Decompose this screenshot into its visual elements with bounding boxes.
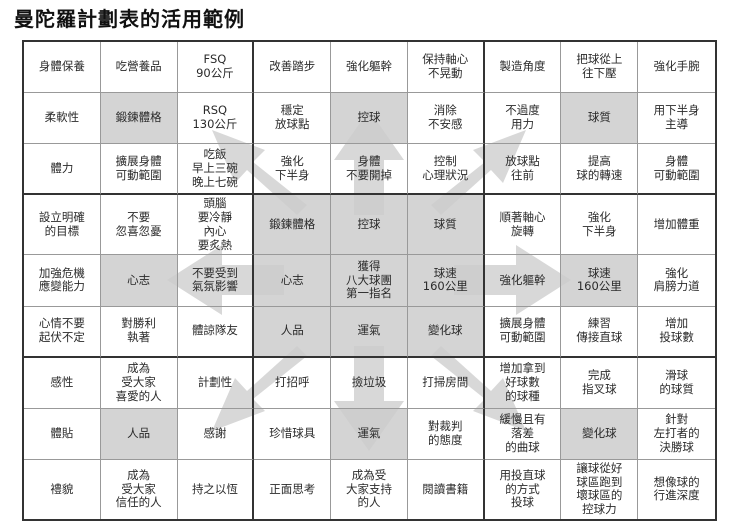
- grid-cell: 保持軸心 不晃動: [407, 42, 485, 94]
- grid-cell: 珍惜球具: [254, 408, 332, 460]
- grid-cell: 強化 肩膀力道: [638, 255, 715, 307]
- grid-cell: 鍛鍊體格: [254, 195, 332, 256]
- grid-cell: 球質: [561, 93, 639, 145]
- grid-cell: 不要 忽喜忽憂: [100, 195, 178, 256]
- grid-cell: 成為 受大家 喜愛的人: [100, 357, 178, 409]
- grid-cell: 人品: [100, 408, 178, 460]
- grid-cell: 正面思考: [254, 459, 332, 519]
- grid-cell: 對勝利 執著: [100, 306, 178, 358]
- grid-cell: 加強危機 應變能力: [24, 255, 101, 307]
- grid-cell: 對裁判 的態度: [407, 408, 485, 460]
- grid-cell: 閱讀書籍: [408, 459, 485, 519]
- grid-cell: 感謝: [177, 408, 255, 460]
- grid-cell: 想像球的 行進深度: [653, 474, 700, 503]
- grid-cell: 禮貌: [24, 459, 101, 519]
- grid-cell: 體諒隊友: [177, 306, 255, 358]
- grid-cell: 體貼: [24, 408, 101, 460]
- grid-cell: 用投直球 的方式 投球: [485, 459, 562, 519]
- grid-cell: 撿垃圾: [331, 357, 408, 409]
- grid-cell: 心志: [100, 255, 178, 307]
- grid-cell: 球速 160公里: [407, 255, 485, 307]
- grid-cell: 體力: [24, 144, 101, 196]
- grid-cell: 設立明確 的目標: [24, 195, 101, 256]
- grid-cell: 身體保養: [24, 42, 101, 94]
- grid-cell: 穩定 放球點: [254, 93, 332, 145]
- grid-cell: 計劃性: [177, 357, 255, 409]
- grid-cell: 成為受 大家支持 的人: [331, 459, 408, 519]
- grid-cell: 變化球: [561, 408, 639, 460]
- grid-cell: 完成 指叉球: [561, 357, 639, 409]
- page-title: 曼陀羅計劃表的活用範例: [14, 7, 245, 31]
- grid-cell: 強化軀幹: [331, 42, 408, 94]
- grid-cell: 身體 可動範圍: [638, 144, 715, 196]
- grid-cell: 擴展身體 可動範圍: [484, 306, 562, 358]
- grid-cell: 增加體重: [638, 195, 715, 256]
- grid-cell: 讓球從好 球區跑到 壞球區的 控球力: [561, 459, 639, 519]
- grid-cell: 持之以恆: [178, 459, 255, 519]
- mandala-chart: 身體保養 吃營養品 FSQ 90公斤 改善踏步 強化軀幹 保持軸心 不晃動 製造角度 把球從上…: [22, 40, 717, 521]
- grid-cell: 球速 160公里: [561, 255, 639, 307]
- grid-cell: 心志: [254, 255, 332, 307]
- grid-cell: 控球: [331, 195, 408, 256]
- grid-cell: 增加 投球數: [638, 307, 715, 358]
- grid-cell: 消除 不安感: [407, 93, 485, 145]
- grid-cell: 強化 下半身: [254, 144, 332, 196]
- grid-cell: 獲得 八大球團 第一指名: [331, 255, 408, 307]
- grid-cell: 運氣: [331, 408, 408, 460]
- grid-cell: 鍛鍊體格: [100, 93, 178, 145]
- grid-cell: 球質: [407, 195, 485, 256]
- grid-cell: 擴展身體 可動範圍: [100, 144, 178, 196]
- grid-cell: 不要受到 氣氛影響: [177, 255, 255, 307]
- grid-cell: 練習 傳接直球: [561, 306, 639, 358]
- grid-cell: 強化軀幹: [484, 255, 562, 307]
- grid-cell: 不過度 用力: [484, 93, 562, 145]
- grid-cell: 運氣: [331, 306, 408, 358]
- grid-cell: 順著軸心 旋轉: [484, 195, 562, 256]
- grid-cell: 變化球: [407, 306, 485, 358]
- grid-cell: 滑球 的球質: [638, 358, 715, 409]
- grid-cell: 控制 心理狀況: [407, 144, 485, 196]
- grid-cell: 強化手腕: [638, 42, 715, 94]
- grid-cell: 改善踏步: [254, 42, 332, 94]
- grid-cell: 放球點 往前: [484, 144, 562, 196]
- grid-cell: 吃飯 早上三碗 晚上七碗: [177, 144, 255, 196]
- grid-cell: 頭腦 要冷靜 內心 要炙熱: [177, 195, 255, 256]
- grid-cell: 強化 下半身: [561, 195, 639, 256]
- grid-cell: 吃營養品: [100, 42, 178, 94]
- mandala-grid: 身體保養 吃營養品 FSQ 90公斤 改善踏步 強化軀幹 保持軸心 不晃動 製造角度 把球從上…: [22, 40, 717, 521]
- grid-cell: 柔軟性: [24, 93, 101, 145]
- grid-cell: 提高 球的轉速: [561, 144, 639, 196]
- grid-cell: 成為 受大家 信任的人: [101, 459, 178, 519]
- grid-cell: 人品: [254, 306, 332, 358]
- grid-cell: 緩慢且有 落差 的曲球: [484, 408, 562, 460]
- grid-cell: 用下半身 主導: [638, 93, 715, 145]
- grid-cell: 感性: [24, 357, 101, 409]
- grid-cell: 增加拿到 好球數 的球種: [484, 357, 562, 409]
- grid-cell: 身體 不要開掉: [331, 144, 408, 196]
- grid-cell: 把球從上 往下壓: [561, 42, 639, 94]
- grid-cell: FSQ 90公斤: [177, 42, 255, 94]
- grid-cell: 控球: [331, 93, 408, 145]
- grid-cell: 心情不要 起伏不定: [24, 306, 101, 358]
- grid-cell: RSQ 130公斤: [177, 93, 255, 145]
- grid-cell: 打招呼: [254, 357, 332, 409]
- grid-cell: 針對 左打者的 決勝球: [638, 409, 715, 460]
- grid-cell: 打掃房間: [407, 357, 485, 409]
- grid-cell: 製造角度: [484, 42, 562, 94]
